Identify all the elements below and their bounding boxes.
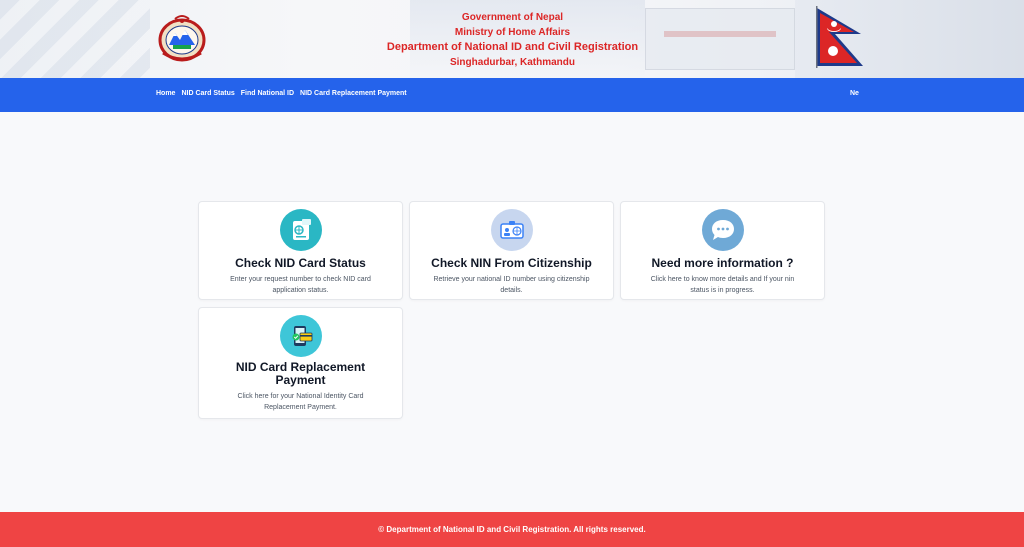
- header-title-block: Government of Nepal Ministry of Home Aff…: [330, 10, 695, 70]
- header-department: Department of National ID and Civil Regi…: [386, 41, 639, 53]
- nepal-flag-icon: [816, 6, 863, 68]
- header-government: Government of Nepal: [461, 12, 564, 23]
- card-nid-replacement-payment[interactable]: NID Card Replacement Payment Click here …: [198, 307, 403, 419]
- nav-nid-replacement-payment[interactable]: NID Card Replacement Payment: [300, 90, 407, 97]
- card-title: NID Card Replacement Payment: [235, 360, 366, 387]
- nav-nid-card-status[interactable]: NID Card Status: [181, 90, 234, 97]
- citizenship-card-icon: [490, 209, 533, 251]
- card-title: Check NIN From Citizenship: [431, 256, 592, 270]
- card-title: Check NID Card Status: [235, 256, 366, 270]
- card-description: Click here to know more details and If y…: [650, 276, 795, 294]
- main-nav: Home NID Card Status Find National ID NI…: [0, 78, 1024, 112]
- header-background: [0, 0, 150, 78]
- chat-bubble-icon: [701, 209, 744, 251]
- nav-find-national-id[interactable]: Find National ID: [241, 90, 294, 97]
- footer-copyright: © Department of National ID and Civil Re…: [378, 525, 646, 534]
- language-toggle[interactable]: Ne: [850, 90, 859, 97]
- payment-card-icon: [279, 315, 322, 357]
- id-card-icon: [279, 209, 322, 251]
- card-title: Need more information ?: [651, 256, 794, 270]
- site-footer: © Department of National ID and Civil Re…: [0, 512, 1024, 547]
- card-check-nid-status[interactable]: Check NID Card Status Enter your request…: [198, 201, 403, 300]
- card-description: Retrieve your national ID number using c…: [433, 276, 590, 294]
- nepal-emblem-icon[interactable]: [155, 13, 209, 63]
- card-description: Enter your request number to check NID c…: [230, 276, 371, 294]
- card-check-nin-citizenship[interactable]: Check NIN From Citizenship Retrieve your…: [409, 201, 614, 300]
- nav-links: Home NID Card Status Find National ID NI…: [156, 90, 407, 97]
- site-header: Government of Nepal Ministry of Home Aff…: [0, 0, 1024, 78]
- header-address: Singhadurbar, Kathmandu: [449, 57, 575, 68]
- nav-home[interactable]: Home: [156, 90, 175, 97]
- card-more-information[interactable]: Need more information ? Click here to kn…: [620, 201, 825, 300]
- header-ministry: Ministry of Home Affairs: [454, 27, 571, 38]
- card-description: Click here for your National Identity Ca…: [237, 393, 364, 411]
